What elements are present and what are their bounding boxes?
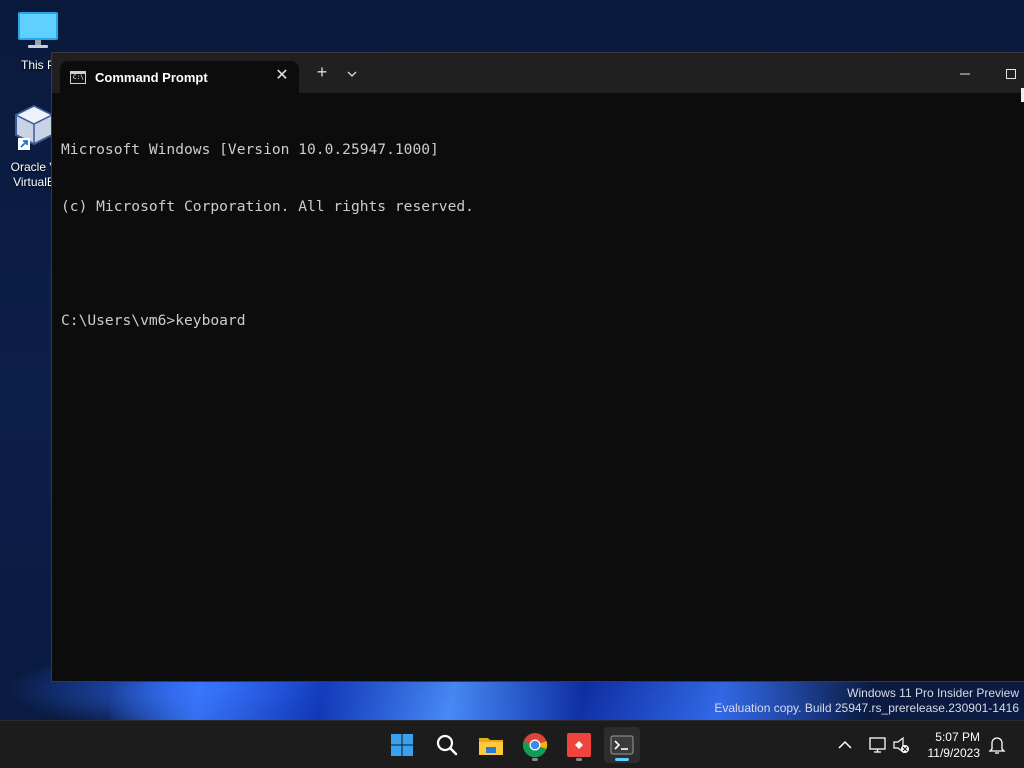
quick-settings-button[interactable] — [864, 721, 912, 768]
network-icon — [869, 737, 886, 753]
close-tab-button[interactable]: ✕ — [271, 65, 293, 87]
active-indicator — [615, 758, 629, 761]
evaluation-watermark: Windows 11 Pro Insider Preview Evaluatio… — [714, 686, 1019, 716]
clock-time: 5:07 PM — [935, 730, 980, 744]
clock-date: 11/9/2023 — [927, 746, 981, 760]
monitor-icon — [8, 10, 68, 54]
notifications-button[interactable] — [986, 721, 1008, 768]
title-bar[interactable]: C:\ Command Prompt ✕ + — [52, 53, 1024, 93]
search-icon — [436, 734, 458, 756]
terminal-window[interactable]: C:\ Command Prompt ✕ + Microsoft Windows… — [51, 52, 1024, 682]
minimize-icon — [960, 73, 970, 75]
watermark-line2: Evaluation copy. Build 25947.rs_prerelea… — [714, 701, 1019, 715]
start-button[interactable] — [384, 727, 420, 763]
watermark-line1: Windows 11 Pro Insider Preview — [847, 686, 1019, 700]
maximize-button[interactable] — [988, 59, 1024, 89]
chrome-button[interactable] — [517, 727, 553, 763]
clock[interactable]: 5:07 PM 11/9/2023 — [928, 729, 981, 761]
folder-icon — [479, 738, 503, 755]
new-tab-button[interactable]: + — [310, 61, 334, 83]
running-indicator — [532, 758, 538, 761]
terminal-prompt-line[interactable]: C:\Users\vm6>keyboard — [61, 311, 1022, 330]
tab-dropdown-button[interactable] — [340, 63, 364, 85]
maximize-icon — [1006, 69, 1016, 79]
tab-command-prompt[interactable]: C:\ Command Prompt ✕ — [60, 61, 299, 93]
chevron-up-icon — [838, 740, 852, 749]
running-indicator — [576, 758, 582, 761]
terminal-line: Microsoft Windows [Version 10.0.25947.10… — [61, 141, 439, 158]
anydesk-button[interactable] — [561, 727, 597, 763]
search-button[interactable] — [429, 727, 465, 763]
volume-muted-icon — [893, 736, 909, 754]
windows-logo-icon — [391, 734, 413, 756]
terminal-button[interactable] — [604, 727, 640, 763]
bell-icon — [988, 737, 1006, 754]
minimize-button[interactable] — [942, 59, 988, 89]
terminal-output[interactable]: Microsoft Windows [Version 10.0.25947.10… — [61, 102, 1022, 673]
taskbar: 5:07 PM 11/9/2023 — [0, 720, 1024, 768]
file-explorer-button[interactable] — [473, 727, 509, 763]
tab-title: Command Prompt — [95, 70, 208, 85]
cmd-icon: C:\ — [70, 71, 86, 84]
chevron-down-icon — [347, 71, 357, 77]
show-hidden-icons-button[interactable] — [834, 721, 856, 768]
terminal-line: (c) Microsoft Corporation. All rights re… — [61, 198, 474, 215]
